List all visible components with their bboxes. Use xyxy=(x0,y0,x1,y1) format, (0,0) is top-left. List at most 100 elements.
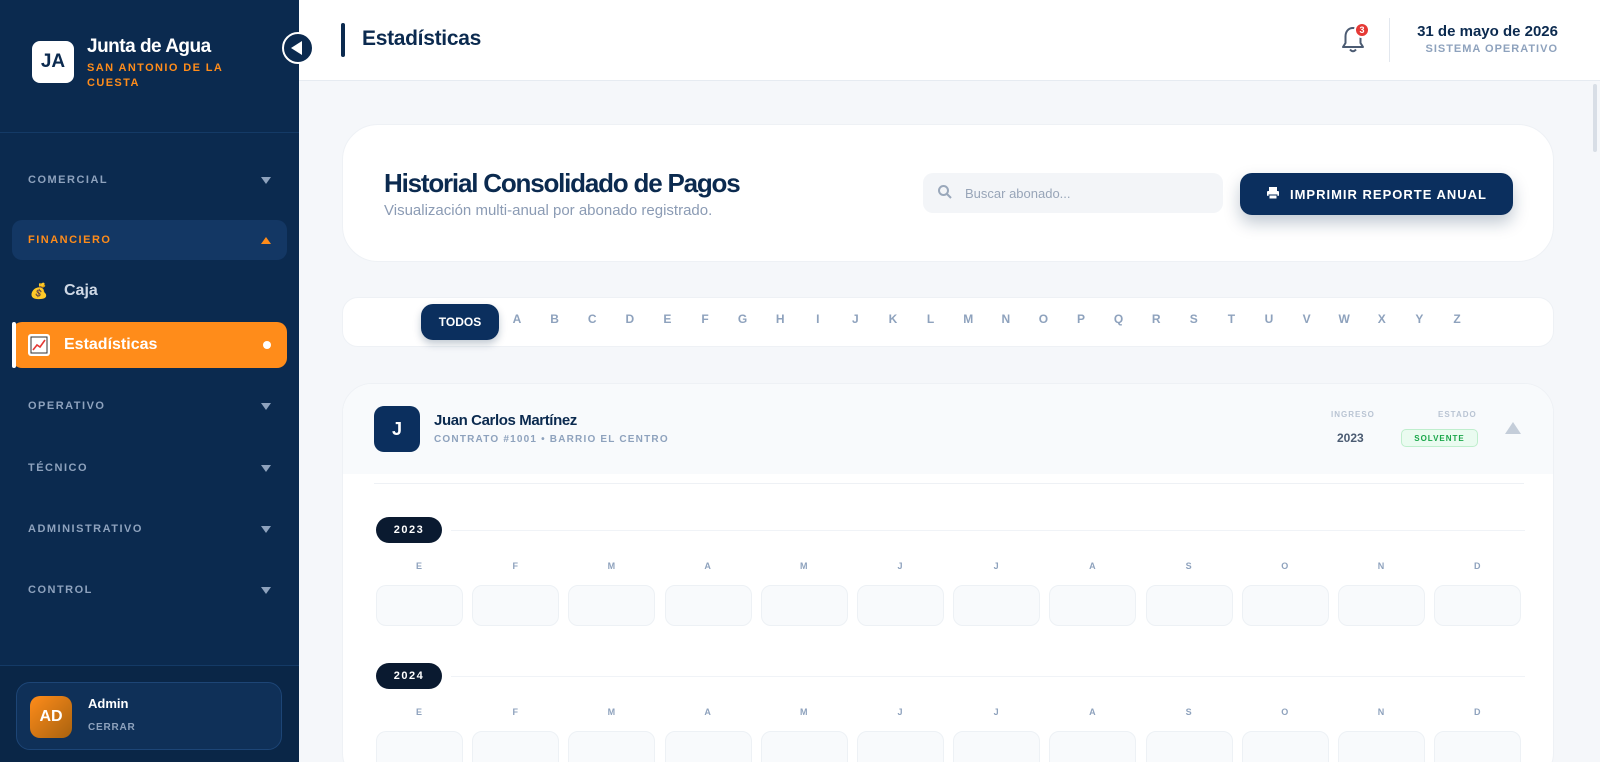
month-payment-slot[interactable] xyxy=(568,731,656,762)
month-payment-slot[interactable] xyxy=(1049,585,1137,626)
collapse-triangle-icon[interactable] xyxy=(1505,422,1521,434)
month-payment-slot[interactable] xyxy=(664,585,752,626)
month-cell[interactable]: D xyxy=(1434,707,1522,762)
filter-letter-i[interactable]: I xyxy=(808,312,828,326)
month-payment-slot[interactable] xyxy=(472,585,560,626)
filter-letter-z[interactable]: Z xyxy=(1447,312,1467,326)
filter-letter-q[interactable]: Q xyxy=(1109,312,1129,326)
filter-letter-k[interactable]: K xyxy=(883,312,903,326)
month-cell[interactable]: O xyxy=(1241,561,1329,626)
section-operativo[interactable]: OPERATIVO xyxy=(12,386,287,426)
section-administrativo[interactable]: ADMINISTRATIVO xyxy=(12,509,287,549)
filter-letter-r[interactable]: R xyxy=(1146,312,1166,326)
month-label: S xyxy=(1185,561,1193,571)
month-payment-slot[interactable] xyxy=(1049,731,1137,762)
month-cell[interactable]: N xyxy=(1338,707,1425,762)
month-cell[interactable]: A xyxy=(664,707,752,762)
month-cell[interactable]: A xyxy=(1049,561,1137,626)
month-payment-slot[interactable] xyxy=(376,585,463,626)
sidebar-item-caja[interactable]: 💰 Caja xyxy=(12,268,287,314)
month-cell[interactable]: E xyxy=(376,561,463,626)
filter-letter-w[interactable]: W xyxy=(1334,312,1354,326)
filter-all-button[interactable]: TODOS xyxy=(421,304,499,340)
month-payment-slot[interactable] xyxy=(953,731,1041,762)
month-cell[interactable]: N xyxy=(1338,561,1425,626)
month-cell[interactable]: S xyxy=(1145,561,1233,626)
month-payment-slot[interactable] xyxy=(953,585,1041,626)
section-control[interactable]: CONTROL xyxy=(12,570,287,610)
section-tecnico[interactable]: TÉCNICO xyxy=(12,448,287,488)
month-payment-slot[interactable] xyxy=(857,585,944,626)
filter-letter-v[interactable]: V xyxy=(1297,312,1317,326)
month-payment-slot[interactable] xyxy=(472,731,560,762)
section-label: ADMINISTRATIVO xyxy=(28,523,143,535)
section-financiero[interactable]: FINANCIERO xyxy=(12,220,287,260)
month-cell[interactable]: A xyxy=(664,561,752,626)
chevron-down-icon xyxy=(261,402,271,410)
filter-letter-b[interactable]: B xyxy=(545,312,565,326)
filter-letter-u[interactable]: U xyxy=(1259,312,1279,326)
month-cell[interactable]: F xyxy=(472,561,560,626)
month-label: A xyxy=(1089,561,1097,571)
month-cell[interactable]: J xyxy=(953,707,1041,762)
filter-letter-e[interactable]: E xyxy=(657,312,677,326)
filter-letter-f[interactable]: F xyxy=(695,312,715,326)
month-cell[interactable]: J xyxy=(953,561,1041,626)
month-cell[interactable]: S xyxy=(1145,707,1233,762)
subscriber-card: J Juan Carlos Martínez CONTRATO #1001 • … xyxy=(342,383,1554,762)
month-cell[interactable]: M xyxy=(568,561,656,626)
month-cell[interactable]: O xyxy=(1241,707,1329,762)
filter-letter-p[interactable]: P xyxy=(1071,312,1091,326)
search-input[interactable] xyxy=(965,173,1215,213)
filter-letter-h[interactable]: H xyxy=(770,312,790,326)
scrollbar-thumb[interactable] xyxy=(1593,84,1597,152)
filter-letter-l[interactable]: L xyxy=(921,312,941,326)
month-payment-slot[interactable] xyxy=(760,585,848,626)
filter-letter-n[interactable]: N xyxy=(996,312,1016,326)
month-payment-slot[interactable] xyxy=(1241,585,1329,626)
print-report-button[interactable]: IMPRIMIR REPORTE ANUAL xyxy=(1240,173,1513,215)
month-payment-slot[interactable] xyxy=(1434,731,1522,762)
month-payment-slot[interactable] xyxy=(760,731,848,762)
month-payment-slot[interactable] xyxy=(664,731,752,762)
month-payment-slot[interactable] xyxy=(376,731,463,762)
month-cell[interactable]: M xyxy=(760,707,848,762)
section-comercial[interactable]: COMERCIAL xyxy=(12,160,287,200)
subscriber-header[interactable]: J Juan Carlos Martínez CONTRATO #1001 • … xyxy=(343,384,1553,474)
filter-letter-y[interactable]: Y xyxy=(1409,312,1429,326)
filter-letter-x[interactable]: X xyxy=(1372,312,1392,326)
month-cell[interactable]: J xyxy=(857,561,944,626)
filter-letter-m[interactable]: M xyxy=(958,312,978,326)
filter-letter-s[interactable]: S xyxy=(1184,312,1204,326)
filter-letter-t[interactable]: T xyxy=(1221,312,1241,326)
filter-letter-o[interactable]: O xyxy=(1033,312,1053,326)
user-card[interactable]: AD Admin CERRAR xyxy=(16,682,282,750)
filter-letter-g[interactable]: G xyxy=(733,312,753,326)
month-cell[interactable]: E xyxy=(376,707,463,762)
month-payment-slot[interactable] xyxy=(857,731,944,762)
month-payment-slot[interactable] xyxy=(1241,731,1329,762)
sidebar-item-label: Caja xyxy=(64,282,98,299)
sidebar-item-estadisticas[interactable]: Estadísticas xyxy=(12,322,287,368)
month-payment-slot[interactable] xyxy=(1145,585,1233,626)
estado-label: ESTADO xyxy=(1438,410,1477,419)
month-payment-slot[interactable] xyxy=(1338,585,1425,626)
filter-letter-c[interactable]: C xyxy=(582,312,602,326)
sidebar: JA Junta de Agua SAN ANTONIO DE LA CUEST… xyxy=(0,0,299,762)
month-cell[interactable]: A xyxy=(1049,707,1137,762)
month-cell[interactable]: D xyxy=(1434,561,1522,626)
month-payment-slot[interactable] xyxy=(1338,731,1425,762)
month-payment-slot[interactable] xyxy=(1434,585,1522,626)
filter-letter-a[interactable]: A xyxy=(507,312,527,326)
month-cell[interactable]: M xyxy=(760,561,848,626)
month-cell[interactable]: J xyxy=(857,707,944,762)
month-cell[interactable]: M xyxy=(568,707,656,762)
month-payment-slot[interactable] xyxy=(1145,731,1233,762)
month-cell[interactable]: F xyxy=(472,707,560,762)
filter-letter-d[interactable]: D xyxy=(620,312,640,326)
collapse-sidebar-button[interactable] xyxy=(282,32,314,64)
logout-link[interactable]: CERRAR xyxy=(88,722,136,733)
report-header-card: Historial Consolidado de Pagos Visualiza… xyxy=(342,124,1554,262)
filter-letter-j[interactable]: J xyxy=(845,312,865,326)
month-payment-slot[interactable] xyxy=(568,585,656,626)
